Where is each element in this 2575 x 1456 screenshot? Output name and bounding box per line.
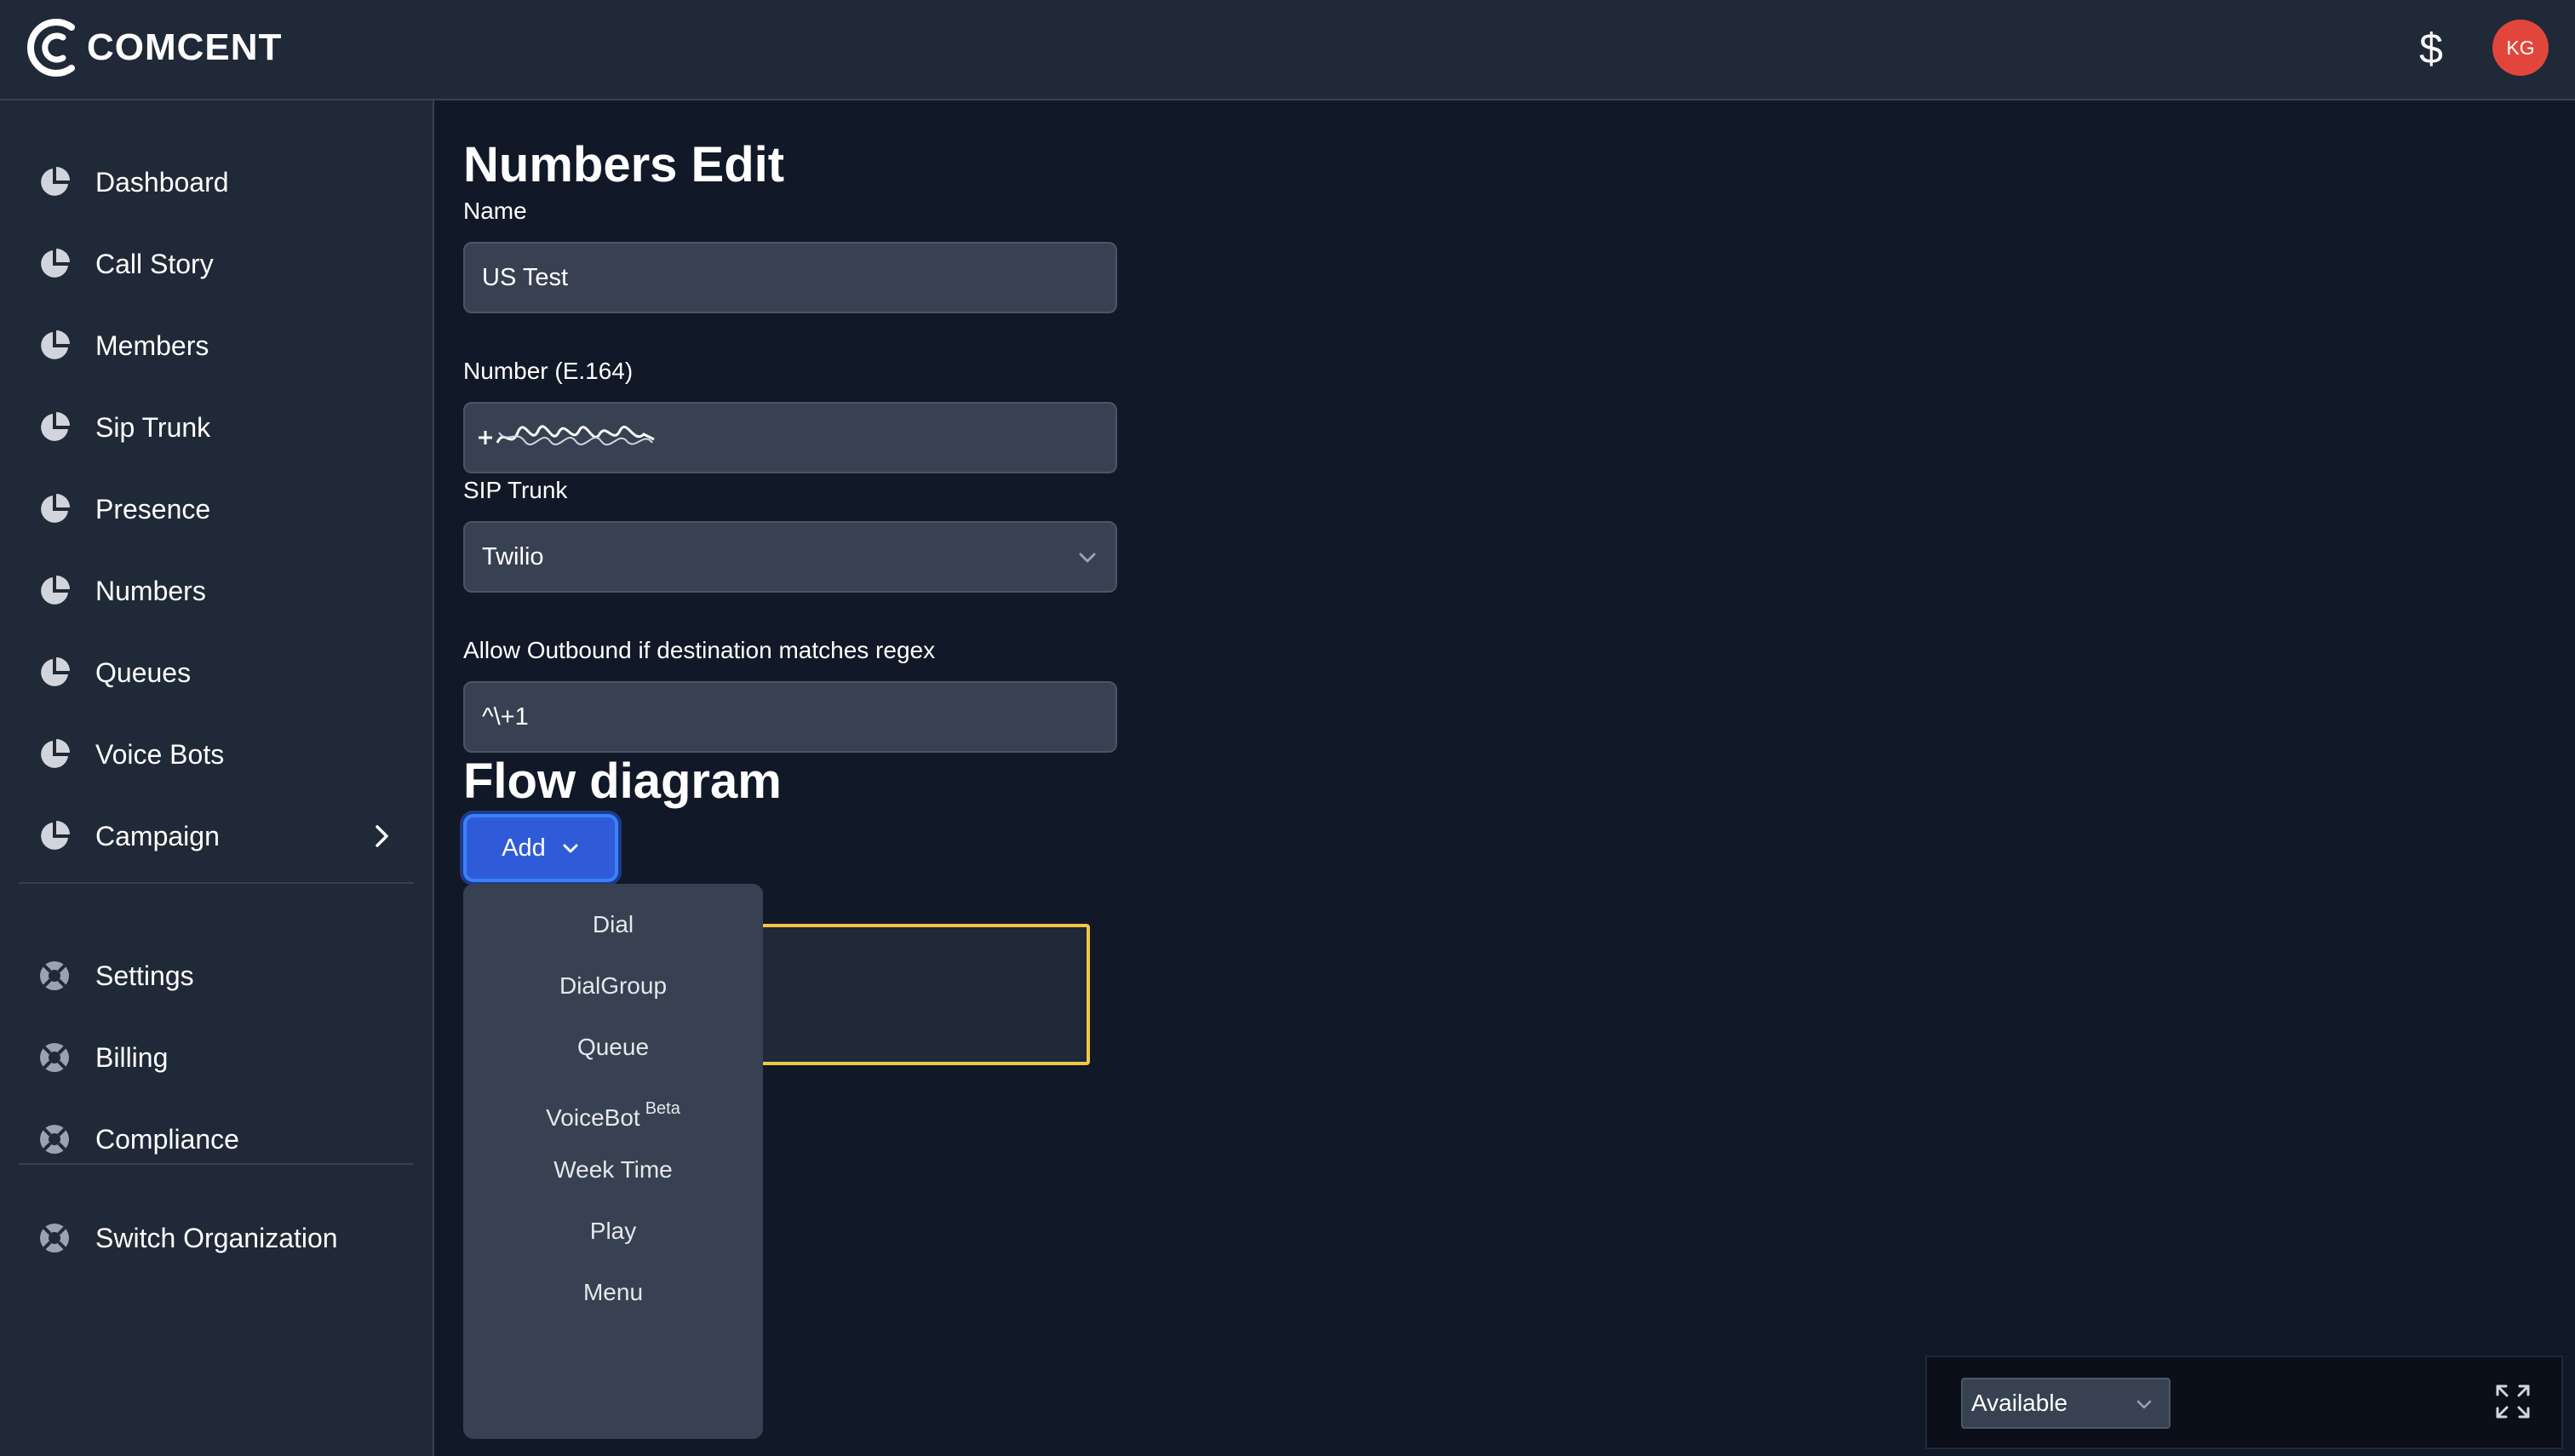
pie-chart-icon xyxy=(41,576,70,605)
sidebar-item-presence[interactable]: Presence xyxy=(37,484,395,535)
sidebar-item-billing[interactable]: Billing xyxy=(37,1032,395,1083)
sidebar-item-label: Settings xyxy=(95,960,194,991)
chevron-down-icon xyxy=(2136,1400,2152,1409)
sidebar-item-label: Call Story xyxy=(95,248,214,279)
sidebar-divider xyxy=(19,882,414,884)
sidebar-item-call-story[interactable]: Call Story xyxy=(37,238,395,289)
top-bar: COMCENT $ KG xyxy=(0,0,2575,100)
sidebar-item-campaign[interactable]: Campaign xyxy=(37,811,395,862)
sidebar-item-queues[interactable]: Queues xyxy=(37,647,395,698)
pie-chart-icon xyxy=(41,412,70,441)
agent-status-panel: Available xyxy=(1925,1356,2563,1449)
sip-trunk-label: SIP Trunk xyxy=(463,477,568,503)
pie-chart-icon xyxy=(41,494,70,523)
sidebar-item-dashboard[interactable]: Dashboard xyxy=(37,157,395,208)
menu-item-dialgroup[interactable]: DialGroup xyxy=(463,960,763,1012)
sidebar-item-label: Queues xyxy=(95,656,192,688)
pie-chart-icon xyxy=(41,657,70,686)
sip-trunk-select[interactable]: Twilio xyxy=(463,521,1117,593)
sidebar-item-label: Dashboard xyxy=(95,166,229,198)
sidebar-item-label: Billing xyxy=(95,1041,169,1073)
avatar[interactable]: KG xyxy=(2492,20,2549,76)
pie-chart-icon xyxy=(41,167,70,196)
menu-item-week-time[interactable]: Week Time xyxy=(463,1144,763,1195)
sidebar-item-sip-trunk[interactable]: Sip Trunk xyxy=(37,402,395,453)
expand-icon[interactable] xyxy=(2494,1383,2532,1420)
number-input[interactable] xyxy=(463,402,1117,473)
chevron-down-icon xyxy=(1079,553,1096,563)
sidebar-item-switch-organization[interactable]: Switch Organization xyxy=(37,1212,395,1264)
redacted-number-scribble xyxy=(479,425,655,446)
status-value: Available xyxy=(1971,1390,2068,1416)
pie-chart-icon xyxy=(41,330,70,359)
number-label: Number (E.164) xyxy=(463,358,634,384)
sidebar-item-settings[interactable]: Settings xyxy=(37,950,395,1001)
pie-chart-icon xyxy=(41,739,70,768)
chevron-down-icon xyxy=(563,844,578,853)
sidebar-item-label: Sip Trunk xyxy=(95,411,211,443)
sidebar-item-numbers[interactable]: Numbers xyxy=(37,565,395,616)
pie-chart-icon xyxy=(41,821,70,850)
menu-item-dial[interactable]: Dial xyxy=(463,899,763,950)
status-select[interactable]: Available xyxy=(1961,1378,2171,1429)
add-node-button[interactable]: Add xyxy=(463,814,618,882)
sidebar-item-compliance[interactable]: Compliance xyxy=(37,1114,395,1165)
sidebar-item-label: Members xyxy=(95,330,209,361)
sidebar-item-label: Voice Bots xyxy=(95,738,225,770)
sip-trunk-value: Twilio xyxy=(482,543,544,570)
main-content: Numbers Edit Name US Test Number (E.164)… xyxy=(436,100,2575,1456)
pie-chart-icon xyxy=(41,249,70,278)
sidebar-item-label: Numbers xyxy=(95,575,206,606)
regex-label: Allow Outbound if destination matches re… xyxy=(463,637,936,663)
sidebar-item-label: Compliance xyxy=(95,1123,239,1155)
lifebuoy-icon xyxy=(40,961,69,990)
brand-name: COMCENT xyxy=(87,26,283,68)
sidebar-divider xyxy=(19,1163,414,1165)
lifebuoy-icon xyxy=(40,1224,69,1253)
lifebuoy-icon xyxy=(40,1043,69,1072)
lifebuoy-icon xyxy=(40,1125,69,1154)
sidebar-item-members[interactable]: Members xyxy=(37,320,395,371)
page-title: Numbers Edit xyxy=(463,137,785,192)
regex-input[interactable]: ^\+1 xyxy=(463,681,1117,753)
sidebar-item-voice-bots[interactable]: Voice Bots xyxy=(37,729,395,780)
brand-logo[interactable]: COMCENT xyxy=(26,15,282,80)
comcent-logo-icon xyxy=(27,19,75,77)
menu-item-queue[interactable]: Queue xyxy=(463,1022,763,1073)
chevron-right-icon[interactable] xyxy=(368,823,395,850)
menu-item-voicebot[interactable]: VoiceBot Beta xyxy=(463,1083,763,1134)
sidebar: Dashboard Call Story Members Sip Trunk P… xyxy=(0,100,434,1456)
sidebar-item-label: Presence xyxy=(95,493,211,525)
sidebar-item-label: Switch Organization xyxy=(95,1222,338,1253)
beta-badge: Beta xyxy=(645,1099,680,1118)
add-node-menu: Dial DialGroup Queue VoiceBot Beta Week T… xyxy=(463,884,763,1439)
menu-item-play[interactable]: Play xyxy=(463,1206,763,1257)
dollar-icon[interactable]: $ xyxy=(2414,19,2448,78)
name-label: Name xyxy=(463,198,527,224)
menu-item-menu[interactable]: Menu xyxy=(463,1267,763,1318)
add-button-label: Add xyxy=(502,834,546,862)
sidebar-item-label: Campaign xyxy=(95,820,220,851)
name-input[interactable]: US Test xyxy=(463,242,1117,313)
flow-diagram-title: Flow diagram xyxy=(463,754,782,809)
